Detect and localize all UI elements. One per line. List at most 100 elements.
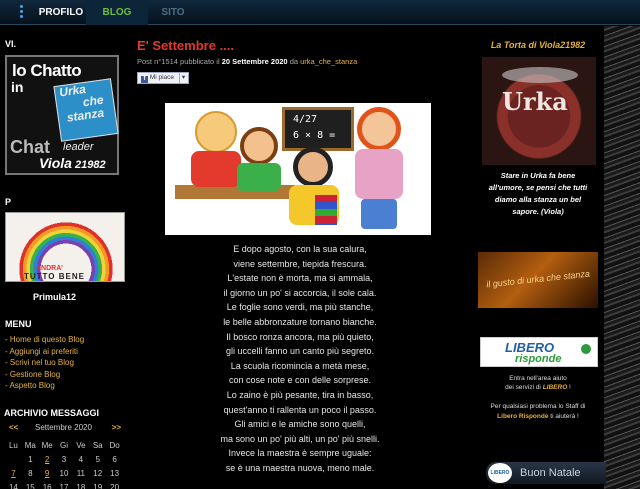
drawing-text: ANDRA' xyxy=(36,265,63,272)
poem-line: ma sono un po' più alti, un po' più snel… xyxy=(220,433,380,444)
top-navigation-bar: PROFILO BLOG SITO xyxy=(0,0,640,25)
facebook-icon: f xyxy=(141,76,148,83)
tab-profilo[interactable]: PROFILO xyxy=(38,0,84,25)
urka-cake-image[interactable]: Urka xyxy=(482,57,596,165)
calendar-grid: Lu Ma Me Gi Ve Sa Do 1 2 3 4 5 6 7 8 9 10 11 12 13 14 15 16 17 1… xyxy=(5,439,123,489)
calendar-day[interactable]: 9 xyxy=(39,467,56,481)
calendar-day: 14 xyxy=(8,483,18,489)
calendar-weekday: Gi xyxy=(60,441,68,450)
calendar-week-row: 7 8 9 10 11 12 13 xyxy=(5,467,123,481)
natale-text: Buon Natale xyxy=(520,467,581,479)
menu-link-appearance[interactable]: - Aspetto Blog xyxy=(5,380,84,392)
cake-text: Urka xyxy=(502,87,568,116)
help-line: Entra nell'area aiuto xyxy=(509,375,567,382)
poem-line: Il bosco ronza ancora, ma più quieto, xyxy=(226,331,374,342)
libero-risponde-link[interactable]: Libero Risponde xyxy=(497,413,548,420)
post-author-link[interactable]: urka_che_stanza xyxy=(300,57,357,66)
buon-natale-banner[interactable]: LIBERO Buon Natale xyxy=(486,462,606,484)
tab-sito[interactable]: SITO xyxy=(150,0,196,25)
caption-line: diamo alla stanza un bel xyxy=(494,195,582,204)
help-area-text: Entra nell'area aiuto dei servizi di LIB… xyxy=(474,374,602,392)
menu-link-home[interactable]: - Home di questo Blog xyxy=(5,334,84,346)
poem-line: con cose note e con delle sorprese. xyxy=(228,375,372,386)
torta-title: La Torta di Viola21982 xyxy=(490,40,586,50)
calendar-week-row: 123 4 5 6 xyxy=(5,453,123,467)
libero-risponde-logo[interactable]: LIBERO risponde xyxy=(480,337,598,367)
drawing-text: TUTTO BENE xyxy=(24,272,85,281)
poem-line: quest'anno ti rallenta un poco il passo. xyxy=(223,404,377,415)
caption-line: Stare in Urka fa bene xyxy=(500,171,576,180)
calendar-day: 10 xyxy=(59,469,69,478)
calendar-day: 15 xyxy=(25,483,35,489)
kid-legs xyxy=(361,199,397,229)
calendar-nav: << Settembre 2020 >> xyxy=(5,423,123,435)
caption-line: sapore. (Viola) xyxy=(512,207,564,216)
menu-link-write[interactable]: - Scrivi nel tuo Blog xyxy=(5,357,84,369)
calendar-day: 8 xyxy=(28,469,33,478)
calendar-prev-link[interactable]: << xyxy=(9,423,18,432)
blackboard-text: 6 × 8 = xyxy=(293,130,336,141)
calendar-weekday: Ve xyxy=(76,441,86,450)
kid-figure xyxy=(293,147,333,187)
background-texture xyxy=(604,26,640,489)
section-title-p: P xyxy=(5,197,12,207)
banner-text: 21982 xyxy=(75,159,106,171)
kid-figure xyxy=(240,127,278,165)
cake-frosting xyxy=(502,67,578,83)
calendar-next-link[interactable]: >> xyxy=(112,423,121,432)
calendar-day: 3 xyxy=(61,455,67,464)
calendar-day: 18 xyxy=(76,483,86,489)
poem-line: Lo zaino è più pesante, tira in basso, xyxy=(226,389,374,400)
post-title[interactable]: E' Settembre .... xyxy=(137,38,234,53)
calendar-day[interactable]: 2 xyxy=(39,453,56,467)
banner-text: lo Chatto xyxy=(12,61,82,80)
calendar-week-row: 14 15 16 17 18 19 20 xyxy=(5,481,123,489)
menu-title: MENU xyxy=(5,319,32,329)
help-text-part: dei servizi di xyxy=(505,384,543,391)
poem-line: La scuola ricomincia a metà mese, xyxy=(230,360,370,371)
calendar-day: 17 xyxy=(59,483,69,489)
poem-line: E dopo agosto, con la sua calura, xyxy=(233,244,367,254)
poem-line: Gli amici e le amiche sono quelli, xyxy=(234,419,366,430)
post-meta: Post n°1514 pubblicato il 20 Settembre 2… xyxy=(137,57,357,66)
toy-cubes xyxy=(315,195,337,225)
facebook-like-button[interactable]: f Mi piace ▾ xyxy=(137,72,190,84)
rainbow-drawing-image[interactable]: ANDRA' TUTTO BENE xyxy=(5,212,125,282)
torta-caption: Stare in Urka fa bene all'umore, se pens… xyxy=(476,170,600,218)
libero-badge-icon: LIBERO xyxy=(488,463,512,483)
calendar-day: 11 xyxy=(76,469,86,478)
poem-line: se è una maestra nuova, meno male. xyxy=(225,462,375,473)
poem-line: gli uccelli fanno un canto più segreto. xyxy=(225,346,375,357)
calendar-weekday-row: Lu Ma Me Gi Ve Sa Do xyxy=(5,439,123,453)
school-kids-image: 4/27 6 × 8 = xyxy=(165,103,431,235)
calendar-day[interactable]: 7 xyxy=(5,467,22,481)
kid-figure xyxy=(357,107,401,151)
tab-blog[interactable]: BLOG xyxy=(86,0,148,25)
menu-list: - Home di questo Blog - Aggiungi ai pref… xyxy=(5,334,84,392)
calendar-day: 20 xyxy=(110,483,120,489)
help-line: Libero Risponde ti aiuterà ! xyxy=(474,412,602,422)
menu-link-favorites[interactable]: - Aggiungi ai preferiti xyxy=(5,346,84,358)
primula-caption[interactable]: Primula12 xyxy=(33,292,76,302)
libero-link[interactable]: LIBERO xyxy=(543,384,568,391)
poem-line: Le foglie sono verdi, ma più stanche, xyxy=(226,302,374,313)
archive-title: ARCHIVIO MESSAGGI xyxy=(4,408,100,418)
menu-dots-icon[interactable] xyxy=(20,5,24,19)
poem-line: Invece la maestra è sempre uguale: xyxy=(228,448,372,459)
menu-link-manage[interactable]: - Gestione Blog xyxy=(5,369,84,381)
help-staff-text: Per qualsiasi problema lo Staff di Liber… xyxy=(474,402,602,422)
dropdown-arrow-icon: ▾ xyxy=(178,73,185,83)
post-meta-mid: da xyxy=(287,57,301,66)
calendar-day: 16 xyxy=(42,483,52,489)
calendar-day: 6 xyxy=(112,455,117,464)
like-label: Mi piace xyxy=(149,74,175,81)
poem-line: L'estate non è morta, ma si ammala, xyxy=(227,273,373,284)
calendar-month-label: Settembre 2020 xyxy=(35,423,92,432)
gusto-urka-banner-image[interactable]: il gusto di urka che stanza xyxy=(478,252,598,308)
blackboard-text: 4/27 xyxy=(293,114,318,125)
blackboard: 4/27 6 × 8 = xyxy=(282,107,354,151)
caption-line: all'umore, se pensi che tutti xyxy=(488,183,588,192)
chatto-banner-image[interactable]: lo Chatto in Urka che stanza Chat leader… xyxy=(5,55,119,175)
main-content: E' Settembre .... Post n°1514 pubblicato… xyxy=(130,26,470,489)
logo-text: risponde xyxy=(515,353,562,365)
